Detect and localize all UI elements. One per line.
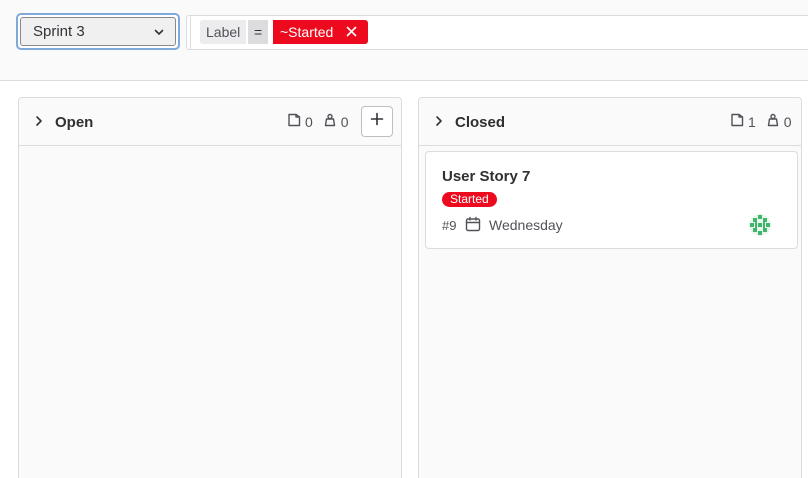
issue-reference: #9: [442, 218, 457, 233]
issues-icon: [287, 113, 301, 130]
add-issue-button[interactable]: [361, 106, 393, 137]
weight-count: 0: [340, 113, 349, 130]
issue-count: 0: [305, 113, 313, 130]
weight-icon: [766, 113, 780, 130]
board-list-title: Closed: [455, 114, 506, 131]
issues-icon: [730, 113, 744, 130]
filter-token-operator[interactable]: =: [248, 20, 269, 44]
board-list-counts: 1 0: [730, 113, 792, 130]
board-list-counts: 0 0: [287, 113, 349, 130]
avatar[interactable]: [748, 213, 772, 237]
filter-token-value-text: ~Started: [280, 24, 334, 40]
board-list-open: Open 0 0: [18, 97, 402, 478]
filter-token-value[interactable]: ~Started: [273, 20, 368, 44]
plus-icon: [370, 112, 384, 131]
board-toolbar: Sprint 3 Label = ~Started: [0, 0, 808, 81]
close-icon[interactable]: [346, 25, 357, 40]
chevron-down-icon: [153, 26, 165, 38]
board-list-closed: Closed 1 0 User Story 7 Started #9 Wedne…: [418, 97, 802, 478]
calendar-icon: [465, 216, 481, 232]
due-date: Wednesday: [489, 217, 563, 233]
filter-token-label[interactable]: Label: [200, 20, 247, 44]
chevron-right-icon[interactable]: [33, 114, 45, 128]
issue-card[interactable]: User Story 7 Started #9 Wednesday: [425, 151, 798, 249]
issue-count: 1: [748, 113, 756, 130]
weight-icon: [323, 113, 337, 130]
status-badge[interactable]: Started: [442, 192, 497, 207]
chevron-right-icon[interactable]: [433, 114, 445, 128]
sprint-select[interactable]: Sprint 3: [16, 13, 180, 50]
sprint-select-box[interactable]: Sprint 3: [20, 17, 176, 46]
board-list-header: Closed 1 0: [419, 98, 801, 146]
board-list-header: Open 0 0: [19, 98, 401, 146]
board-list-title: Open: [55, 114, 94, 131]
issue-card-title[interactable]: User Story 7: [442, 168, 530, 185]
sprint-select-value: Sprint 3: [33, 23, 85, 40]
filter-bar-divider: [187, 16, 191, 49]
weight-count: 0: [783, 113, 792, 130]
